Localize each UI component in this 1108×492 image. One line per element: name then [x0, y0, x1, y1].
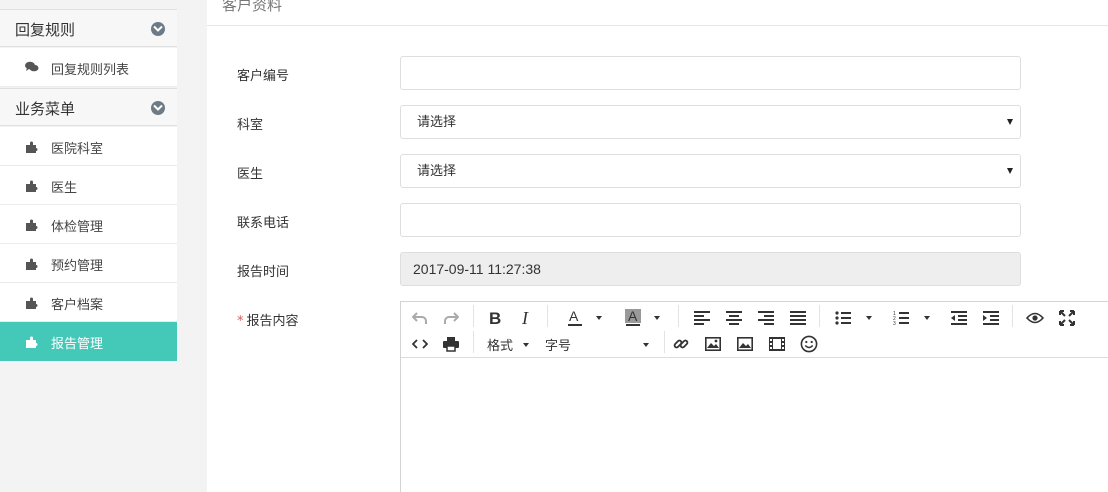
preview-icon[interactable]	[1025, 308, 1045, 328]
report-content-label-text: 报告内容	[246, 314, 299, 329]
caret-down-icon	[1007, 168, 1013, 174]
image-icon[interactable]	[703, 334, 723, 354]
chevron-down-icon	[151, 101, 165, 115]
svg-text:A: A	[569, 309, 579, 324]
toolbar-separator	[819, 305, 820, 327]
svg-text:3: 3	[893, 321, 896, 326]
bold-icon[interactable]: B	[485, 308, 505, 328]
department-label: 科室	[237, 118, 264, 133]
redo-icon[interactable]	[441, 308, 461, 328]
puzzle-icon	[25, 218, 39, 232]
highlight-icon[interactable]: A	[619, 308, 647, 328]
sidebar-group-label: 业务菜单	[15, 100, 76, 118]
rich-text-editor: B I A A 123 格式 字号	[400, 301, 1108, 492]
customer-no-input[interactable]	[400, 56, 1021, 90]
sidebar-item-checkups[interactable]: 体检管理	[0, 205, 177, 244]
sidebar-item-doctors[interactable]: 医生	[0, 166, 177, 205]
italic-icon[interactable]: I	[517, 308, 537, 328]
numbered-list-dropdown-icon[interactable]	[924, 316, 930, 320]
toolbar-separator	[664, 331, 665, 353]
font-size-dropdown-label[interactable]: 字号	[545, 335, 571, 354]
emoji-icon[interactable]	[799, 334, 819, 354]
source-code-icon[interactable]	[410, 334, 430, 354]
puzzle-icon	[25, 296, 39, 310]
doctor-select-value: 请选择	[417, 163, 457, 178]
toolbar-separator	[473, 331, 474, 353]
svg-text:B: B	[489, 310, 501, 326]
required-mark: *	[237, 314, 244, 329]
toolbar-separator	[1012, 305, 1013, 327]
numbered-list-icon[interactable]: 123	[891, 308, 911, 328]
sidebar-item-label: 医生	[51, 181, 78, 196]
outdent-icon[interactable]	[949, 308, 969, 328]
panel-divider	[207, 25, 1108, 26]
bullet-list-icon[interactable]	[833, 308, 853, 328]
align-justify-icon[interactable]	[788, 308, 808, 328]
caret-down-icon	[1007, 119, 1013, 125]
puzzle-icon	[25, 335, 39, 349]
sidebar-item-label: 报告管理	[51, 337, 104, 352]
link-icon[interactable]	[671, 334, 691, 354]
sidebar-group-reply-rules[interactable]: 回复规则	[0, 9, 177, 47]
sidebar-item-label: 医院科室	[51, 142, 104, 157]
department-select[interactable]: 请选择	[400, 105, 1021, 139]
department-select-value: 请选择	[417, 114, 457, 129]
bullet-list-dropdown-icon[interactable]	[866, 316, 872, 320]
print-icon[interactable]	[441, 334, 461, 354]
doctor-select[interactable]: 请选择	[400, 154, 1021, 188]
align-right-icon[interactable]	[756, 308, 776, 328]
customer-no-label: 客户编号	[237, 69, 290, 84]
toolbar-separator	[678, 305, 679, 327]
puzzle-icon	[25, 257, 39, 271]
sidebar-item-label: 客户档案	[51, 298, 104, 313]
format-dropdown-icon[interactable]	[523, 343, 529, 347]
highlight-dropdown-icon[interactable]	[654, 316, 660, 320]
image-gallery-icon[interactable]	[735, 334, 755, 354]
editor-toolbar: B I A A 123 格式 字号	[401, 302, 1108, 358]
sidebar-item-reply-rule-list[interactable]: 回复规则列表	[0, 48, 177, 87]
phone-label: 联系电话	[237, 216, 290, 231]
report-time-label: 报告时间	[237, 265, 290, 280]
video-icon[interactable]	[767, 334, 787, 354]
comments-icon	[25, 61, 39, 75]
undo-icon[interactable]	[410, 308, 430, 328]
sidebar: 回复规则 回复规则列表 业务菜单 医院科室 医生 体检管理 预约管理 客户档案	[0, 0, 177, 492]
sidebar-item-departments[interactable]: 医院科室	[0, 127, 177, 166]
font-color-dropdown-icon[interactable]	[596, 316, 602, 320]
sidebar-group-label: 回复规则	[15, 21, 76, 39]
puzzle-icon	[25, 140, 39, 154]
toolbar-separator	[547, 305, 548, 327]
svg-text:A: A	[628, 309, 638, 324]
editor-content-area[interactable]	[401, 358, 1108, 492]
sidebar-item-appointments[interactable]: 预约管理	[0, 244, 177, 283]
report-content-label: * 报告内容	[237, 310, 299, 329]
sidebar-item-label: 体检管理	[51, 220, 104, 235]
report-time-input[interactable]: 2017-09-11 11:27:38	[400, 252, 1021, 286]
fullscreen-icon[interactable]	[1057, 308, 1077, 328]
format-dropdown-label[interactable]: 格式	[487, 335, 513, 354]
svg-text:I: I	[521, 310, 529, 326]
toolbar-separator	[473, 305, 474, 327]
indent-icon[interactable]	[981, 308, 1001, 328]
sidebar-group-business-menu[interactable]: 业务菜单	[0, 88, 177, 126]
sidebar-item-reports[interactable]: 报告管理	[0, 322, 177, 361]
sidebar-item-label: 预约管理	[51, 259, 104, 274]
chevron-down-icon	[151, 22, 165, 36]
sidebar-item-customer-files[interactable]: 客户档案	[0, 283, 177, 322]
doctor-label: 医生	[237, 167, 264, 182]
font-size-dropdown-icon[interactable]	[643, 343, 649, 347]
align-left-icon[interactable]	[692, 308, 712, 328]
sidebar-item-label: 回复规则列表	[51, 63, 130, 78]
puzzle-icon	[25, 179, 39, 193]
align-center-icon[interactable]	[724, 308, 744, 328]
font-color-icon[interactable]: A	[561, 308, 589, 328]
main-panel: 客户资料 客户编号 科室 请选择 医生 请选择 联系电话 报告时间 2017-0…	[207, 0, 1108, 492]
panel-title: 客户资料	[222, 0, 283, 14]
phone-input[interactable]	[400, 203, 1021, 237]
